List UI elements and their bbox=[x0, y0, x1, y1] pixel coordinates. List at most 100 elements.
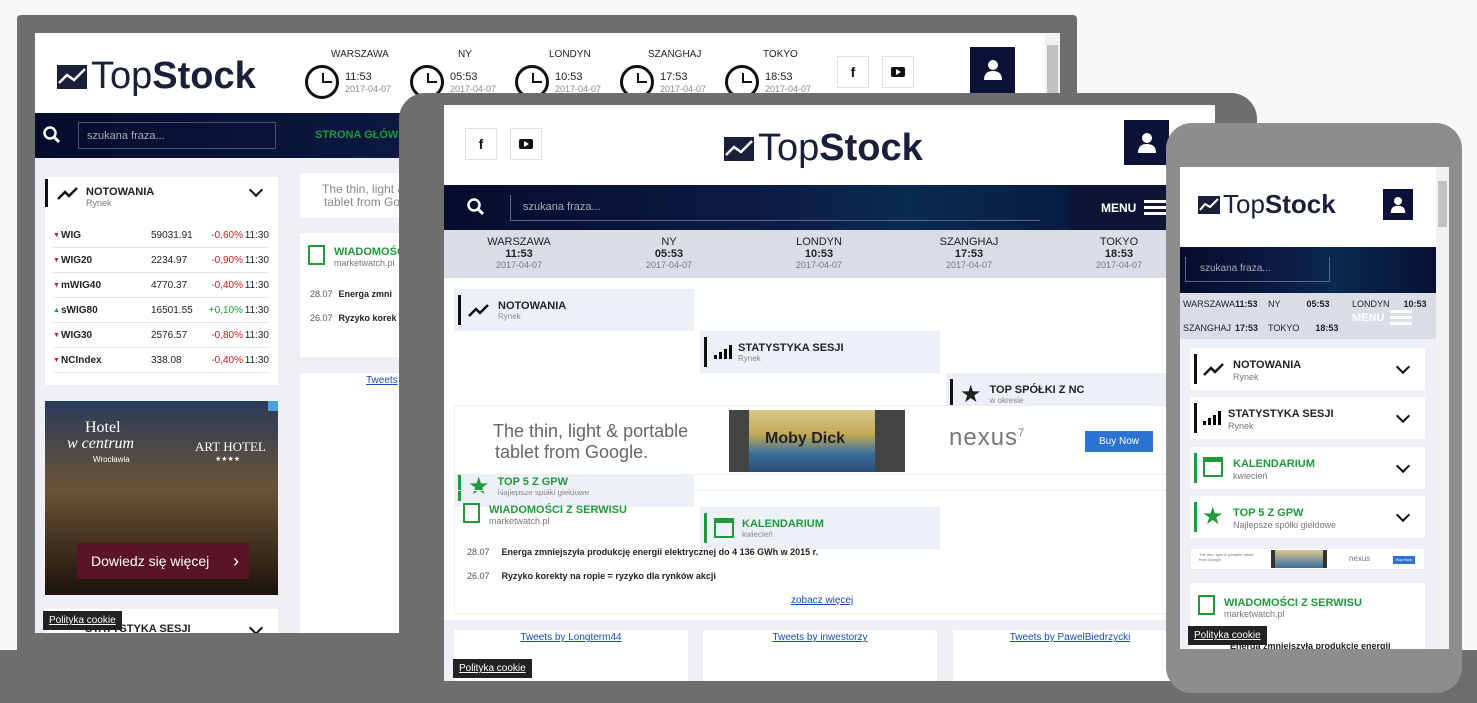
tile-subtitle: kwiecień bbox=[1233, 471, 1268, 481]
search-input[interactable]: szukana fraza... bbox=[510, 195, 1040, 221]
tweets-link[interactable]: Tweets by PawelBiedrzycki bbox=[953, 632, 1187, 643]
youtube-icon[interactable] bbox=[510, 128, 542, 160]
phone-tile-top5[interactable]: ★ TOP 5 Z GPW Najlepsze spółki giełdowe bbox=[1190, 496, 1425, 538]
chevron-down-icon[interactable] bbox=[248, 620, 264, 633]
arrow-down-icon: ▼ bbox=[53, 256, 60, 264]
search-icon[interactable] bbox=[467, 198, 485, 221]
clock-time: 10:53 bbox=[555, 71, 583, 83]
search-input[interactable]: szukana fraza... bbox=[78, 122, 276, 149]
clock-time: 17:53 bbox=[954, 248, 984, 260]
user-icon[interactable] bbox=[970, 47, 1015, 93]
chevron-right-icon: › bbox=[233, 550, 239, 571]
user-icon[interactable] bbox=[1124, 120, 1169, 165]
quote-name: WIG20 bbox=[61, 254, 93, 266]
table-row[interactable]: ▼ WIG 59031.91 -0,60% 11:30 bbox=[53, 223, 269, 248]
quote-value: 338.08 bbox=[151, 354, 182, 366]
clock-time: 18:53 bbox=[1315, 323, 1339, 333]
nav-home[interactable]: STRONA GŁÓWN bbox=[315, 129, 406, 141]
tablet-clocks: WARSZAWA 11:53 2017-04-07 NY 05:53 2017-04-0… bbox=[444, 230, 1215, 278]
desktop-logo[interactable]: Top Stock bbox=[57, 55, 256, 98]
ad-text: The thin, light & portable tablet from G… bbox=[1199, 552, 1254, 562]
tablet-logo[interactable]: Top Stock bbox=[724, 127, 923, 170]
clock-time: 18:53 bbox=[765, 71, 793, 83]
phone-tile-statystyka[interactable]: STATYSTYKA SESJI Rynek bbox=[1190, 397, 1425, 439]
phone-scrollbar[interactable] bbox=[1436, 167, 1449, 649]
logo-chart-icon bbox=[1198, 195, 1220, 214]
chevron-down-icon[interactable] bbox=[1395, 507, 1411, 523]
ad-text-line1: The thin, light & bbox=[322, 182, 406, 196]
logo-chart-icon bbox=[724, 136, 754, 161]
table-row[interactable]: ▼ NCIndex 338.08 -0,40% 11:30 bbox=[53, 348, 269, 373]
table-row[interactable]: ▲ sWIG80 16501.55 +0,10% 11:30 bbox=[53, 298, 269, 323]
tweets-link[interactable]: Tweets by Longterm44 bbox=[454, 632, 688, 643]
tile-title: TOP SPÓŁKI Z NC bbox=[989, 383, 1085, 396]
tile-statystyka[interactable]: STATYSTYKA SESJI Rynek bbox=[700, 331, 940, 373]
cookie-policy-link[interactable]: Polityka cookie bbox=[453, 659, 532, 678]
clock-londyn: LONDYN 10:53 2017-04-07 bbox=[515, 47, 620, 99]
tile-title: TOP 5 Z GPW bbox=[1233, 507, 1304, 519]
arrow-down-icon: ▼ bbox=[53, 331, 60, 339]
buy-now-button[interactable]: Buy Now bbox=[1393, 556, 1415, 564]
phone-tile-notowania[interactable]: NOTOWANIA Rynek bbox=[1190, 348, 1425, 390]
news-date: 28.07 bbox=[310, 289, 333, 299]
nexus-ad[interactable]: The thin, light & portable tablet from G… bbox=[454, 405, 1174, 475]
clock-warszawa: WARSZAWA 11:53 2017-04-07 bbox=[444, 230, 594, 278]
table-row[interactable]: ▼ mWIG40 4770.37 -0,40% 11:30 bbox=[53, 273, 269, 298]
clock-city: SZANGHAJ bbox=[1183, 323, 1232, 333]
phone-nexus-ad[interactable]: The thin, light & portable tablet from G… bbox=[1190, 548, 1425, 570]
arrow-down-icon: ▼ bbox=[53, 281, 60, 289]
search-input[interactable]: szukana fraza... bbox=[1185, 257, 1330, 282]
ad-choices-icon[interactable] bbox=[268, 401, 278, 411]
cookie-policy-link[interactable]: Polityka cookie bbox=[1188, 626, 1267, 645]
quote-name: mWIG40 bbox=[61, 279, 102, 291]
arrow-down-icon: ▼ bbox=[53, 231, 60, 239]
quotes-title: NOTOWANIA bbox=[86, 186, 155, 198]
chevron-down-icon[interactable] bbox=[1395, 458, 1411, 474]
facebook-icon[interactable]: f bbox=[837, 56, 869, 88]
chevron-down-icon[interactable] bbox=[248, 182, 264, 198]
trend-icon bbox=[57, 186, 79, 205]
see-more-link[interactable]: zobacz więcej bbox=[791, 595, 853, 606]
clock-tokyo: TOKYO 18:53 2017-04-07 bbox=[725, 47, 830, 99]
menu-button[interactable]: MENU bbox=[1352, 307, 1413, 328]
cookie-policy-link[interactable]: Polityka cookie bbox=[43, 611, 122, 630]
clock-londyn: LONDYN 10:53 2017-04-07 bbox=[744, 230, 894, 278]
clock-city: NY bbox=[661, 236, 677, 248]
youtube-icon[interactable] bbox=[882, 56, 914, 88]
tablet-screen: f Top Stock szukana fraza... MENU WARSZAW… bbox=[444, 105, 1215, 681]
logo-chart-icon bbox=[57, 64, 87, 89]
list-item[interactable]: 26.07 Ryzyko korekty na ropie = ryzyko dl… bbox=[467, 571, 716, 581]
hotel-ad[interactable]: Hotel w centrum Wrocławia ART HOTEL ★★★★… bbox=[45, 401, 278, 595]
table-row[interactable]: ▼ WIG30 2576.57 -0,80% 11:30 bbox=[53, 323, 269, 348]
tile-notowania[interactable]: NOTOWANIA Rynek bbox=[454, 289, 694, 331]
tablet-device-image: Moby Dick bbox=[729, 410, 905, 472]
hamburger-icon bbox=[1144, 197, 1167, 218]
ad-product-name: nexus bbox=[949, 424, 1019, 451]
quote-change: +0,10% bbox=[208, 304, 243, 316]
table-row[interactable]: ▼ WIG20 2234.97 -0,90% 11:30 bbox=[53, 248, 269, 273]
facebook-icon[interactable]: f bbox=[465, 128, 497, 160]
phone-tile-kalendarium[interactable]: KALENDARIUM kwiecień bbox=[1190, 447, 1425, 489]
clock-city: SZANGHAJ bbox=[648, 49, 702, 60]
tile-subtitle: Rynek bbox=[1233, 372, 1259, 382]
list-item[interactable]: 28.07 Energa zmniejszyła produkcję energi… bbox=[467, 547, 818, 557]
buy-now-button[interactable]: Buy Now bbox=[1085, 431, 1153, 452]
news-date: 28.07 bbox=[467, 547, 490, 557]
clock-city: TOKYO bbox=[763, 49, 798, 60]
phone-logo[interactable]: Top Stock bbox=[1198, 189, 1336, 220]
quote-value: 2576.57 bbox=[151, 329, 188, 341]
search-icon[interactable] bbox=[43, 126, 61, 149]
hotel-ad-cta[interactable]: Dowiedz się więcej › bbox=[77, 543, 249, 579]
tweets-link[interactable]: Tweets bbox=[366, 375, 398, 386]
list-item[interactable]: 28.07 Energa zmni bbox=[310, 289, 392, 299]
chevron-down-icon[interactable] bbox=[1395, 359, 1411, 375]
tweets-link[interactable]: Tweets by inwestorzy bbox=[703, 632, 937, 643]
tile-subtitle: Rynek bbox=[1228, 421, 1254, 431]
clock-szanghaj: SZANGHAJ 17:53 2017-04-07 bbox=[620, 47, 725, 99]
trend-icon bbox=[1203, 363, 1224, 376]
phone-clocks: WARSZAWA11:53 NY 05:53 LONDYN 10:53 SZANGH… bbox=[1180, 293, 1436, 339]
chevron-down-icon[interactable] bbox=[1395, 408, 1411, 424]
user-icon[interactable] bbox=[1383, 189, 1413, 220]
star-icon: ★ bbox=[1202, 503, 1224, 530]
list-item[interactable]: 26.07 Ryzyko korek bbox=[310, 313, 397, 323]
